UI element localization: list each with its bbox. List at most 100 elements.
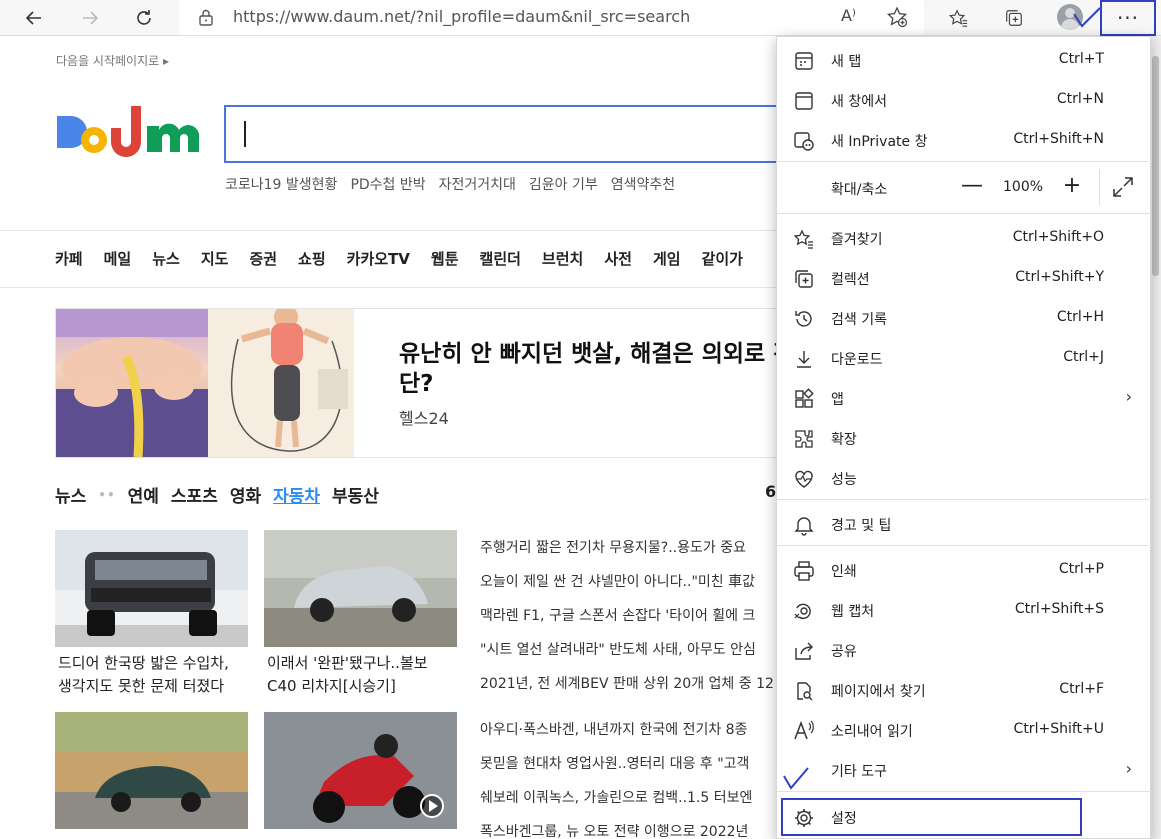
browser-toolbar: https://www.daum.net/?nil_profile=daum&n…	[0, 0, 1161, 36]
headline[interactable]: 맥라렌 F1, 구글 스폰서 손잡다 '타이어 휠에 크	[480, 604, 774, 638]
collections-button[interactable]	[999, 4, 1029, 32]
menu-item-favorites[interactable]: 즐겨찾기 Ctrl+Shift+O	[777, 218, 1152, 258]
headline[interactable]: 쉐보레 이쿼녹스, 가솔린으로 컴백..1.5 터보엔	[480, 786, 774, 820]
news-thumbnail[interactable]	[55, 530, 248, 647]
menu-item-apps[interactable]: 앱 ›	[777, 378, 1152, 418]
hot-keyword[interactable]: 염색약추천	[611, 174, 675, 194]
news-thumbnail[interactable]	[264, 530, 457, 647]
nav-brunch[interactable]: 브런치	[542, 248, 583, 269]
favorites-button[interactable]	[943, 4, 973, 32]
tab-movie[interactable]: 영화	[230, 482, 261, 507]
headline[interactable]: 못믿을 현대차 영업사원..영터리 대응 후 "고객	[480, 752, 774, 786]
scrollbar-thumb[interactable]	[1152, 56, 1159, 276]
tab-entertainment[interactable]: 연예	[128, 482, 159, 507]
menu-item-new-window[interactable]: 새 창에서 Ctrl+N	[777, 80, 1152, 120]
news-caption[interactable]: 생각지도 못한 문제 터졌다	[58, 675, 224, 698]
menu-item-find-on-page[interactable]: 페이지에서 찾기 Ctrl+F	[777, 670, 1152, 710]
menu-item-read-aloud[interactable]: 소리내어 읽기 Ctrl+Shift+U	[777, 710, 1152, 750]
menu-item-history[interactable]: 검색 기록 Ctrl+H	[777, 298, 1152, 338]
headline[interactable]: 2021년, 전 세계BEV 판매 상위 20개 업체 중 12	[480, 672, 774, 706]
news-caption[interactable]: 이래서 '완판'됐구나..볼보	[267, 652, 428, 675]
url-text[interactable]: https://www.daum.net/?nil_profile=daum&n…	[233, 7, 690, 26]
menu-label: 기타 도구	[831, 764, 887, 780]
zoom-out-button[interactable]: —	[957, 171, 987, 201]
refresh-button[interactable]	[129, 4, 159, 32]
tab-news[interactable]: 뉴스	[55, 482, 86, 507]
inprivate-icon	[793, 130, 815, 152]
set-start-page-link[interactable]: 다음을 시작페이지로 ▸	[56, 52, 169, 69]
menu-item-downloads[interactable]: 다운로드 Ctrl+J	[777, 338, 1152, 378]
divider	[0, 230, 780, 231]
menu-item-print[interactable]: 인쇄 Ctrl+P	[777, 550, 1152, 590]
headline[interactable]: 폭스바겐그룹, 뉴 오토 전략 이행으로 2022년	[480, 820, 774, 839]
print-icon	[793, 560, 815, 582]
nav-news[interactable]: 뉴스	[152, 248, 180, 269]
hot-keyword[interactable]: 코로나19 발생현황	[225, 174, 337, 194]
fullscreen-icon[interactable]	[1111, 175, 1135, 199]
nav-webtoon[interactable]: 웹툰	[431, 248, 459, 269]
zoom-in-button[interactable]: +	[1057, 171, 1087, 201]
hot-keyword[interactable]: 김윤아 기부	[529, 174, 598, 194]
read-aloud-icon[interactable]: A⁾	[841, 6, 856, 25]
menu-item-alerts-tips[interactable]: 경고 및 팁	[777, 504, 1152, 544]
read-aloud-icon	[793, 720, 815, 742]
menu-label: 즐겨찾기	[831, 232, 883, 248]
back-button[interactable]	[19, 4, 49, 32]
add-favorite-icon[interactable]	[886, 6, 908, 28]
service-nav: 카페 메일 뉴스 지도 증권 쇼핑 카카오TV 웹툰 캘린더 브런치 사전 게임…	[55, 248, 743, 269]
menu-item-web-capture[interactable]: 웹 캡처 Ctrl+Shift+S	[777, 590, 1152, 630]
headline[interactable]: 아우디·폭스바겐, 내년까지 한국에 전기차 8종	[480, 718, 774, 752]
menu-item-collections[interactable]: 컬렉션 Ctrl+Shift+Y	[777, 258, 1152, 298]
nav-map[interactable]: 지도	[201, 248, 229, 269]
tab-car[interactable]: 자동차	[273, 482, 320, 507]
menu-item-new-tab[interactable]: 새 탭 Ctrl+T	[777, 40, 1152, 80]
nav-dictionary[interactable]: 사전	[604, 248, 632, 269]
menu-divider	[777, 161, 1152, 162]
tab-sports[interactable]: 스포츠	[171, 482, 218, 507]
daum-logo[interactable]	[55, 104, 201, 162]
menu-divider	[777, 791, 1152, 792]
headline[interactable]: 오늘이 제일 싼 건 샤넬만이 아니다.."미친 車값	[480, 570, 774, 604]
hot-keyword[interactable]: PD수첩 반박	[350, 174, 425, 194]
news-caption[interactable]: C40 리차지[시승기]	[267, 675, 396, 698]
search-input[interactable]	[224, 105, 784, 163]
nav-calendar[interactable]: 캘린더	[480, 248, 521, 269]
headline[interactable]: "시트 열선 살려내라" 반도체 사태, 아무도 안심	[480, 638, 774, 672]
nav-kakaotv[interactable]: 카카오TV	[347, 248, 410, 269]
menu-label: 새 탭	[831, 54, 862, 70]
find-icon	[793, 680, 815, 702]
news-thumbnail[interactable]	[55, 712, 248, 829]
nav-cafe[interactable]: 카페	[55, 248, 83, 269]
performance-icon	[793, 468, 815, 490]
news-thumbnail[interactable]	[264, 712, 457, 829]
nav-shopping[interactable]: 쇼핑	[298, 248, 326, 269]
hot-keyword[interactable]: 자전거거치대	[439, 174, 516, 194]
ad-image-jumprope[interactable]	[208, 309, 354, 457]
menu-item-more-tools[interactable]: 기타 도구 ›	[777, 750, 1152, 790]
news-caption[interactable]: 드디어 한국땅 밟은 수입차,	[58, 652, 229, 675]
ad-banner[interactable]: 유난히 안 빠지던 뱃살, 해결은 의외로 간단? 헬스24	[55, 308, 794, 458]
menu-label: 페이지에서 찾기	[831, 684, 926, 700]
nav-together[interactable]: 같이가	[702, 248, 743, 269]
forward-arrow-icon	[83, 11, 99, 25]
lock-icon[interactable]	[197, 8, 215, 26]
menu-label: 성능	[831, 472, 857, 488]
menu-shortcut: Ctrl+Shift+S	[1014, 601, 1104, 617]
address-bar[interactable]: https://www.daum.net/?nil_profile=daum&n…	[179, 0, 924, 35]
tab-realestate[interactable]: 부동산	[332, 482, 379, 507]
ad-image-belly[interactable]	[56, 309, 208, 457]
menu-item-extensions[interactable]: 확장	[777, 418, 1152, 458]
forward-button[interactable]	[75, 4, 105, 32]
menu-item-performance[interactable]: 성능	[777, 458, 1152, 498]
web-capture-icon	[793, 600, 815, 622]
menu-item-inprivate-window[interactable]: 새 InPrivate 창 Ctrl+Shift+N	[777, 120, 1152, 160]
settings-and-more-menu: 새 탭 Ctrl+T 새 창에서 Ctrl+N 새 InPrivate 창 Ct…	[776, 36, 1152, 839]
headline[interactable]: 주행거리 짧은 전기차 무용지물?..용도가 중요	[480, 536, 774, 570]
settings-and-more-button[interactable]: ···	[1100, 0, 1156, 36]
menu-item-share[interactable]: 공유	[777, 630, 1152, 670]
nav-stock[interactable]: 증권	[249, 248, 277, 269]
nav-mail[interactable]: 메일	[104, 248, 132, 269]
menu-label: 새 InPrivate 창	[831, 134, 928, 150]
ad-title[interactable]: 유난히 안 빠지던 뱃살, 해결은 의외로 간단?	[399, 339, 799, 399]
nav-game[interactable]: 게임	[653, 248, 681, 269]
